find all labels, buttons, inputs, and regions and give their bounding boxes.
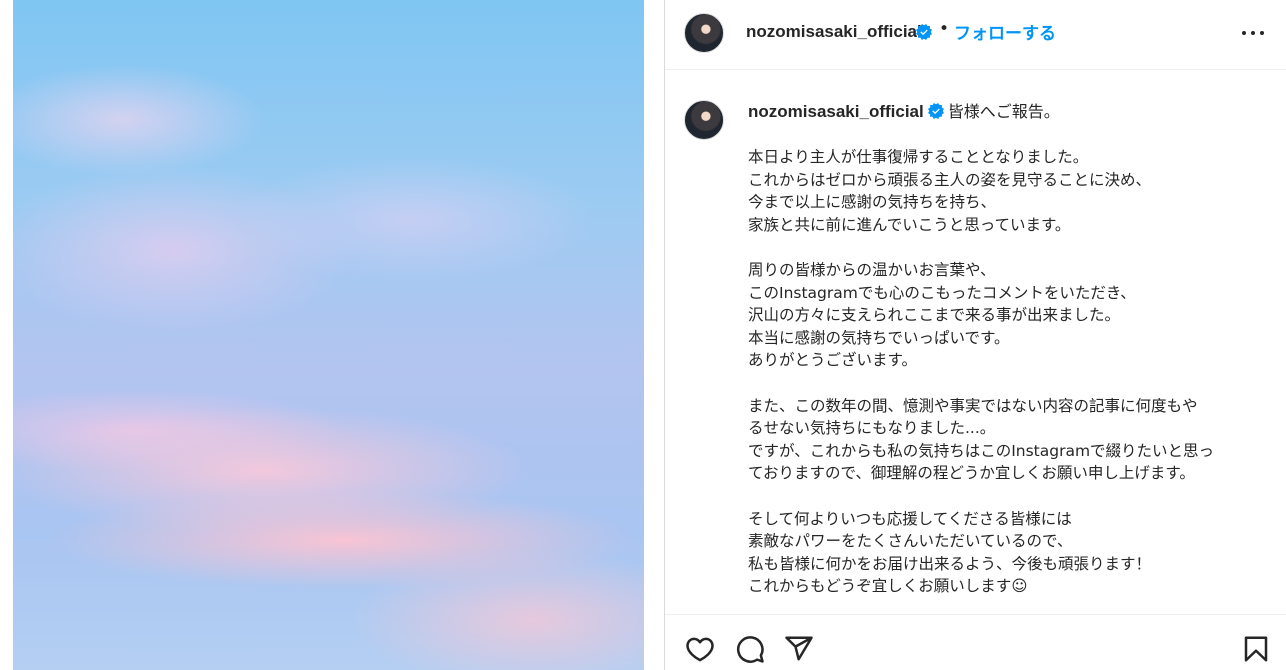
more-options-icon[interactable] — [1241, 22, 1265, 42]
post-photo[interactable] — [13, 0, 644, 670]
page-gutter — [0, 0, 13, 670]
caption-first-line: 皆様へご報告。 — [947, 102, 1060, 121]
heart-icon[interactable] — [685, 634, 715, 664]
save-icon[interactable] — [1241, 634, 1271, 664]
header-separator: • — [939, 19, 950, 39]
caption-section: nozomisasaki_official 皆様へご報告。 本日より主人が仕事復… — [665, 71, 1286, 615]
caption-header: nozomisasaki_official 皆様へご報告。 — [748, 101, 1060, 123]
author-avatar[interactable] — [684, 13, 724, 53]
post-side-panel: nozomisasaki_official • フォローする nozomisas… — [665, 0, 1286, 670]
verified-badge-icon — [916, 24, 932, 40]
caption-username[interactable]: nozomisasaki_official — [748, 102, 924, 121]
caption-author-avatar[interactable] — [684, 100, 724, 140]
post-actions-bar — [665, 616, 1286, 670]
author-username[interactable]: nozomisasaki_official — [746, 22, 922, 42]
share-icon[interactable] — [784, 634, 814, 664]
caption-text: 本日より主人が仕事復帰することとなりました。 これからはゼロから頑張る主人の姿を… — [748, 148, 1215, 596]
comment-icon[interactable] — [735, 634, 765, 664]
follow-button[interactable]: フォローする — [954, 19, 1056, 44]
verified-badge-icon — [927, 103, 944, 119]
panel-divider — [644, 0, 665, 670]
post-header: nozomisasaki_official • フォローする — [665, 0, 1286, 70]
